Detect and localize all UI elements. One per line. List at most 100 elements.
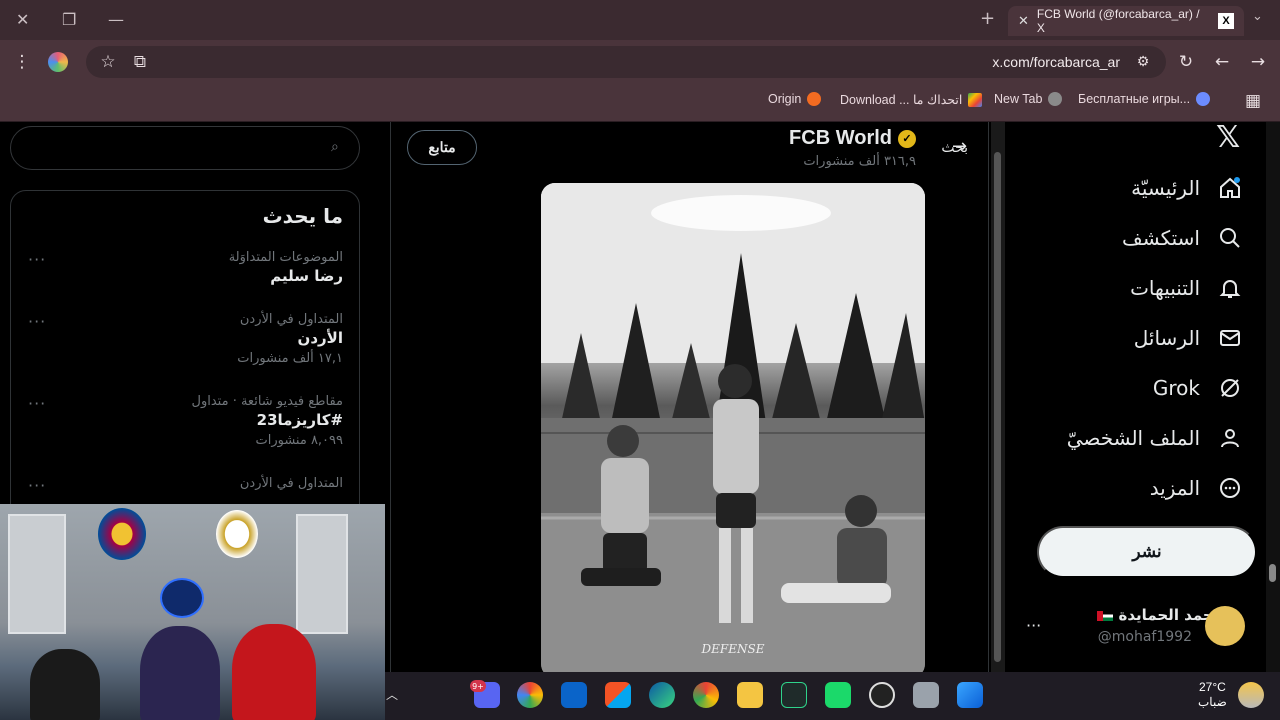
nav-more[interactable]: المزيد: [1150, 474, 1244, 502]
trends-title: ما يحدث: [262, 204, 343, 228]
page-scroll-thumb[interactable]: [1269, 564, 1276, 582]
trend-more-icon[interactable]: ···: [28, 476, 46, 495]
barcelona-crest-icon: [98, 508, 146, 560]
file-explorer-icon[interactable]: [737, 682, 763, 708]
shelf: [296, 514, 348, 634]
photo-caption: DEFENSE: [701, 642, 765, 656]
nav-notifications[interactable]: التنبيهات: [1130, 274, 1244, 302]
new-tab-icon[interactable]: +: [980, 8, 995, 29]
page-scrollbar[interactable]: [1266, 122, 1280, 672]
search-box[interactable]: ⌕: [10, 126, 360, 170]
channel-logo-icon: [160, 578, 204, 618]
url-text[interactable]: x.com/forcabarca_ar: [992, 54, 1120, 70]
verified-badge-icon: ✓: [898, 129, 916, 148]
back-icon[interactable]: ←: [1209, 49, 1235, 75]
active-tab[interactable]: ✕ FCB World (@forcabarca_ar) / X X: [1008, 6, 1244, 36]
back-arrow-icon[interactable]: →: [952, 136, 967, 157]
games-icon: [1196, 92, 1211, 106]
grok-icon: [1216, 374, 1244, 402]
nav-explore[interactable]: استكشف: [1122, 224, 1244, 252]
store-icon[interactable]: [605, 682, 631, 708]
forward-icon[interactable]: →: [1245, 49, 1271, 75]
column-divider: [988, 122, 989, 672]
trend-item[interactable]: الموضوعات المتداوَلة رضا سليم: [13, 250, 343, 285]
notification-badge: 9+: [470, 680, 486, 692]
trend-more-icon[interactable]: ···: [28, 394, 46, 413]
chrome-icon[interactable]: [693, 682, 719, 708]
bookmark-origin[interactable]: Origin: [768, 92, 822, 106]
trend-name: الأردن: [297, 329, 343, 347]
nav-label: الرئيسيّة: [1131, 176, 1200, 200]
window-switcher-icon[interactable]: [913, 682, 939, 708]
trend-context: الموضوعات المتداوَلة: [228, 250, 343, 265]
person-middle: [140, 626, 220, 720]
follow-button[interactable]: متابع: [407, 130, 477, 165]
bookmark-free-games[interactable]: Бесплатные игры...: [1078, 92, 1211, 106]
reload-icon[interactable]: ↻: [1173, 49, 1199, 75]
windows-start-icon[interactable]: [957, 682, 983, 708]
obs-icon[interactable]: [869, 682, 895, 708]
nav-label: الملف الشخصيّ: [1066, 426, 1200, 450]
tab-close-icon[interactable]: ✕: [1018, 13, 1029, 29]
edge-icon[interactable]: [649, 682, 675, 708]
origin-icon: [807, 92, 822, 106]
tray-chevron-icon[interactable]: ︿: [386, 686, 398, 703]
play-store-icon: [968, 92, 983, 107]
x-logo-icon[interactable]: 𝕏: [1216, 122, 1240, 155]
trend-more-icon[interactable]: ···: [28, 312, 46, 331]
nav-label: الرسائل: [1133, 326, 1200, 350]
trend-name: رضا سليم: [270, 267, 343, 285]
trend-more-icon[interactable]: ···: [28, 250, 46, 269]
trend-context: المتداول في الأردن: [239, 476, 343, 491]
account-more-icon[interactable]: ···: [1026, 616, 1041, 635]
profile-posts-count: ٣١٦,٩ ألف منشورات: [803, 154, 916, 169]
nav-label: استكشف: [1122, 226, 1200, 250]
nav-home[interactable]: الرئيسيّة: [1131, 174, 1244, 202]
chrome-canary-icon[interactable]: [517, 682, 543, 708]
nav-label: التنبيهات: [1130, 276, 1200, 300]
post-button[interactable]: نشر: [1037, 526, 1257, 578]
menu-dots-icon[interactable]: ⋮: [9, 49, 35, 75]
account-name: محمد الحمايدة: [1097, 606, 1223, 624]
apps-grid-icon[interactable]: ▦: [1240, 88, 1266, 114]
person-left: [30, 649, 100, 720]
trend-item[interactable]: المتداول في الأردن: [13, 476, 343, 491]
minimize-window-icon[interactable]: —: [108, 10, 124, 29]
team-photo-illustration: DEFENSE: [541, 183, 925, 672]
nav-label: Grok: [1152, 376, 1200, 400]
home-icon: [1216, 174, 1244, 202]
tab-search-icon[interactable]: ⌄: [1252, 9, 1263, 24]
close-window-icon[interactable]: ✕: [16, 10, 29, 29]
bookmark-new-tab[interactable]: New Tab: [994, 92, 1063, 106]
jordan-flag-icon: [1097, 610, 1114, 621]
nav-messages[interactable]: الرسائل: [1134, 324, 1244, 352]
profile-media-photo[interactable]: DEFENSE: [541, 183, 925, 672]
trend-context: المتداول في الأردن: [239, 312, 343, 327]
feed-scroll-thumb[interactable]: [994, 152, 1001, 662]
weather-widget[interactable]: 27°C ضباب: [1198, 680, 1227, 710]
nav-profile[interactable]: الملف الشخصيّ: [1067, 424, 1244, 452]
nav-label: المزيد: [1149, 476, 1200, 500]
bookmark-star-icon[interactable]: ☆: [95, 49, 121, 75]
app-icon[interactable]: [825, 682, 851, 708]
restore-window-icon[interactable]: ❐: [62, 10, 76, 29]
trend-item[interactable]: مقاطع فيديو شائعة · متداول #كاريزما23 ٨,…: [13, 394, 343, 448]
bookmark-label: Бесплатные игры...: [1078, 92, 1191, 106]
nav-grok[interactable]: Grok: [1153, 374, 1244, 402]
mail-icon: [1216, 324, 1244, 352]
person-icon: [1216, 424, 1244, 452]
capcut-icon[interactable]: [781, 682, 807, 708]
bell-icon: [1216, 274, 1244, 302]
profile-avatar-icon[interactable]: [45, 49, 71, 75]
trend-item[interactable]: المتداول في الأردن الأردن ١٧,١ ألف منشور…: [13, 312, 343, 366]
bookmark-download[interactable]: Download ... اتحداك ما: [840, 92, 983, 107]
install-app-icon[interactable]: ⧉: [127, 49, 153, 75]
x-favicon-icon: X: [1218, 13, 1234, 29]
avatar: [1205, 606, 1245, 646]
outlook-icon[interactable]: [561, 682, 587, 708]
site-settings-icon[interactable]: ⚙: [1130, 49, 1156, 75]
column-divider: [390, 122, 391, 672]
account-handle: @mohaf1992: [1097, 629, 1192, 645]
more-circle-icon: [1216, 474, 1244, 502]
real-madrid-crest-icon: [216, 510, 258, 558]
